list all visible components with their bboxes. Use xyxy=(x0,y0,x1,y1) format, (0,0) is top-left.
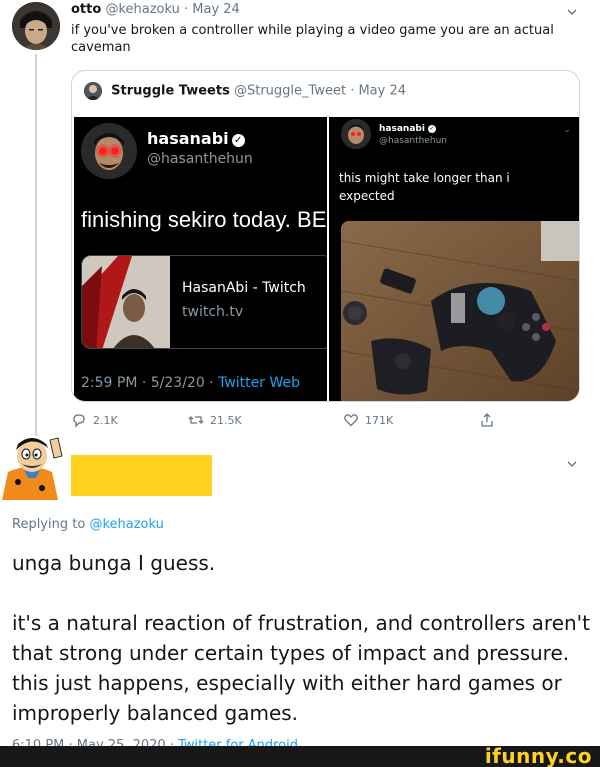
separator-dot: · xyxy=(350,83,355,99)
hasanabi-name-small: hasanabi ✓ xyxy=(379,124,436,134)
card-title: HasanAbi - Twitch xyxy=(182,280,306,296)
replying-to: Replying to @kehazoku xyxy=(12,517,164,532)
share-button[interactable] xyxy=(479,412,501,428)
twitch-card-image xyxy=(82,256,170,348)
heart-icon xyxy=(344,414,358,427)
hasanabi-timestamp: 2:59 PM · 5/23/20 · Twitter Web xyxy=(81,375,300,391)
hasanabi-avatar-small xyxy=(341,119,371,149)
like-button[interactable]: 171K xyxy=(343,412,393,428)
timestamp-text: 2:59 PM · 5/23/20 · xyxy=(81,375,219,391)
verified-badge-icon: ✓ xyxy=(231,134,245,147)
hasanabi-name-text: hasanabi xyxy=(147,129,229,148)
quoted-image-right[interactable]: hasanabi ✓ @hasanthehun ⌄ this might take… xyxy=(329,117,579,401)
replying-prefix: Replying to xyxy=(12,517,90,532)
retweet-count: 21.5K xyxy=(210,413,242,427)
author-handle[interactable]: @kehazoku xyxy=(105,2,179,17)
broken-controller-photo xyxy=(341,221,579,401)
hasanabi-avatar xyxy=(81,123,137,179)
hasanabi-tweet-text: finishing sekiro today. BE xyxy=(81,207,327,232)
reply-paragraph-2: it's a natural reaction of frustration, … xyxy=(12,611,591,725)
twitch-link-card: HasanAbi - Twitch twitch.tv xyxy=(81,255,327,349)
reply-button[interactable]: 2.1K xyxy=(71,412,118,428)
tweet-header: otto @kehazoku · May 24 xyxy=(71,2,240,17)
reply-count: 2.1K xyxy=(93,413,118,427)
chevron-down-icon[interactable] xyxy=(566,6,578,18)
reply-text: unga bunga I guess. it's a natural react… xyxy=(12,548,592,728)
separator-dot: · xyxy=(184,2,189,17)
hasanabi-handle-small: @hasanthehun xyxy=(379,136,448,146)
main-tweet: otto @kehazoku · May 24 if you've broken… xyxy=(0,0,600,440)
like-count: 171K xyxy=(365,413,394,427)
redaction-bar xyxy=(71,455,212,496)
reply-tweet: Replying to @kehazoku unga bunga I guess… xyxy=(0,436,600,753)
quoted-date: May 24 xyxy=(358,83,407,99)
quoted-tweet[interactable]: Struggle Tweets @Struggle_Tweet · May 24 xyxy=(71,70,580,402)
retweet-button[interactable]: 21.5K xyxy=(188,412,242,428)
ifunny-logo: ifunny.co xyxy=(484,744,592,767)
tweet-text: if you've broken a controller while play… xyxy=(71,23,554,55)
quoted-image-left[interactable]: hasanabi ✓ @hasanthehun finishing sekiro … xyxy=(74,117,327,401)
replying-to-handle[interactable]: @kehazoku xyxy=(89,517,163,532)
reply-paragraph-1: unga bunga I guess. xyxy=(12,551,216,575)
share-icon xyxy=(481,413,493,427)
thread-line xyxy=(35,54,37,436)
hasanabi-name-small-text: hasanabi xyxy=(379,124,425,134)
timestamp-source: Twitter Web xyxy=(218,375,300,391)
tweet-actions: 2.1K 21.5K 171K xyxy=(71,412,511,432)
quoted-avatar xyxy=(84,82,102,100)
hasanabi-handle: @hasanthehun xyxy=(147,151,253,167)
quoted-author-name: Struggle Tweets xyxy=(111,83,230,99)
tweet-date[interactable]: May 24 xyxy=(192,2,240,17)
card-url: twitch.tv xyxy=(182,304,244,320)
hasanabi-name: hasanabi ✓ xyxy=(147,129,245,148)
retweet-icon xyxy=(188,416,204,424)
paragraph-spacer xyxy=(12,578,592,608)
chevron-down-icon: ⌄ xyxy=(563,125,571,135)
verified-badge-icon: ✓ xyxy=(427,125,436,133)
author-name[interactable]: otto xyxy=(71,2,101,17)
quoted-author-handle: @Struggle_Tweet xyxy=(233,83,347,99)
reply-icon xyxy=(73,414,85,428)
avatar[interactable] xyxy=(12,2,60,50)
chevron-down-icon[interactable] xyxy=(566,458,578,470)
fred-flintstone-avatar[interactable] xyxy=(0,436,70,500)
quoted-tweet-header: Struggle Tweets @Struggle_Tweet · May 24 xyxy=(84,82,406,100)
hasanabi-tweet-text-2: this might take longer than i expected xyxy=(339,171,510,203)
ifunny-watermark-bar: ifunny.co xyxy=(0,744,600,767)
